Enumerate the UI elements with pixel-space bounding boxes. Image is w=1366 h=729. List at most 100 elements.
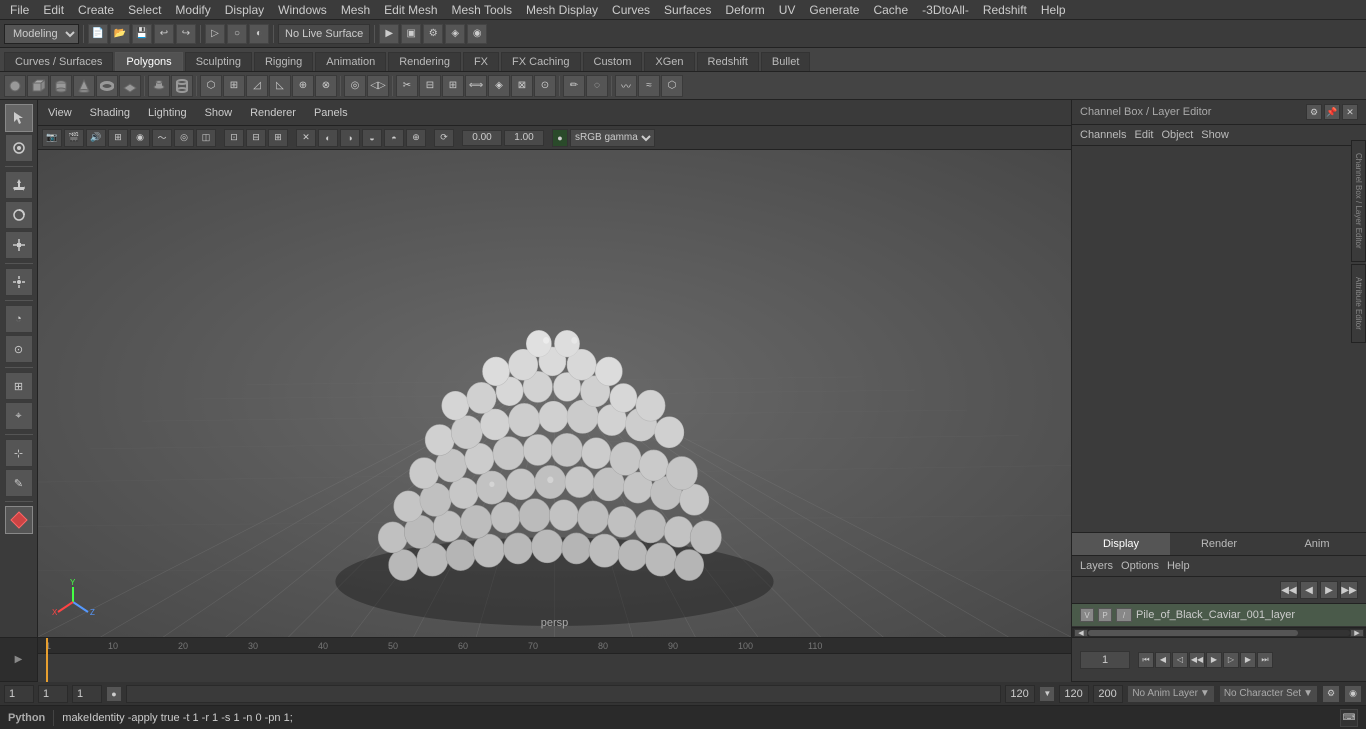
tab-animation[interactable]: Animation xyxy=(315,52,386,71)
smooth-icon[interactable]: ◎ xyxy=(344,75,366,97)
select-tool-btn[interactable] xyxy=(5,104,33,132)
sphere-icon[interactable] xyxy=(4,75,26,97)
crease-vtx-icon[interactable]: ⬡ xyxy=(661,75,683,97)
plane-icon[interactable] xyxy=(119,75,141,97)
play-fwd-btn[interactable]: ▶ xyxy=(1206,652,1222,668)
tab-sculpting[interactable]: Sculpting xyxy=(185,52,252,71)
motion-blur-btn[interactable]: ◓ xyxy=(384,129,404,147)
rp-channels-menu[interactable]: Channels xyxy=(1080,129,1126,141)
mirror-icon[interactable]: ◁▷ xyxy=(367,75,389,97)
menu-modify[interactable]: Modify xyxy=(169,1,216,19)
prev-frame-btn[interactable]: ◀ xyxy=(1155,652,1171,668)
rp-show-menu[interactable]: Show xyxy=(1201,129,1229,141)
pipe-icon[interactable] xyxy=(171,75,193,97)
ao-btn[interactable]: ◒ xyxy=(362,129,382,147)
rp-layers-menu[interactable]: Layers xyxy=(1080,560,1113,572)
current-frame-input[interactable] xyxy=(1080,651,1130,669)
layer-btn-3[interactable]: ▶ xyxy=(1320,581,1338,599)
tab-rendering[interactable]: Rendering xyxy=(388,52,461,71)
go-start-btn[interactable]: ⏮ xyxy=(1138,652,1154,668)
menu-redshift[interactable]: Redshift xyxy=(977,1,1033,19)
tab-fx[interactable]: FX xyxy=(463,52,499,71)
menu-surfaces[interactable]: Surfaces xyxy=(658,1,717,19)
sculpt-btn[interactable]: ⊙ xyxy=(5,335,33,363)
menu-uv[interactable]: UV xyxy=(773,1,802,19)
live-surface-label[interactable]: No Live Surface xyxy=(278,24,370,44)
menu-select[interactable]: Select xyxy=(122,1,167,19)
weld-icon[interactable]: ◈ xyxy=(488,75,510,97)
render-btn[interactable]: ▶ xyxy=(379,24,399,44)
scroll-thumb[interactable] xyxy=(1088,630,1298,636)
channel-box-edge-tab[interactable]: Channel Box / Layer Editor xyxy=(1351,140,1366,262)
annotate-btn[interactable]: ✎ xyxy=(5,469,33,497)
render-region-btn[interactable]: ▣ xyxy=(401,24,421,44)
tab-xgen[interactable]: XGen xyxy=(644,52,694,71)
cut-icon[interactable]: ✂ xyxy=(396,75,418,97)
menu-create[interactable]: Create xyxy=(72,1,120,19)
rp-scrollbar[interactable]: ◀ ▶ xyxy=(1072,627,1366,637)
disc-icon[interactable] xyxy=(148,75,170,97)
scroll-right-btn[interactable]: ▶ xyxy=(1350,629,1364,637)
select-tool-btn[interactable]: ▷ xyxy=(205,24,225,44)
overscan-btn[interactable]: ⊞ xyxy=(268,129,288,147)
menu-help[interactable]: Help xyxy=(1035,1,1072,19)
tab-rigging[interactable]: Rigging xyxy=(254,52,313,71)
rp-pin-btn[interactable]: 📌 xyxy=(1324,104,1340,120)
bevel-icon[interactable]: ◿ xyxy=(246,75,268,97)
next-frame-btn[interactable]: ▶ xyxy=(1240,652,1256,668)
rp-settings-btn[interactable]: ⚙ xyxy=(1306,104,1322,120)
vp-menu-shading[interactable]: Shading xyxy=(86,105,134,121)
playback-start-field[interactable]: 120 xyxy=(1059,685,1089,703)
cube-icon[interactable] xyxy=(27,75,49,97)
menu-file[interactable]: File xyxy=(4,1,35,19)
xray-btn[interactable]: ✕ xyxy=(296,129,316,147)
status-btn-1[interactable]: ⚙ xyxy=(1322,685,1340,703)
isolate-btn[interactable]: ◎ xyxy=(174,129,194,147)
rotate-tool-btn[interactable] xyxy=(5,201,33,229)
tab-bullet[interactable]: Bullet xyxy=(761,52,811,71)
layer-visibility[interactable]: V xyxy=(1080,608,1094,622)
rp-help-menu[interactable]: Help xyxy=(1167,560,1190,572)
chamfer-icon[interactable]: ◺ xyxy=(269,75,291,97)
paint-sel-icon[interactable]: ✏ xyxy=(563,75,585,97)
frame-field-3[interactable]: 1 xyxy=(72,685,102,703)
play-back-btn[interactable]: ◀◀ xyxy=(1189,652,1205,668)
menu-windows[interactable]: Windows xyxy=(272,1,333,19)
collapse-icon[interactable]: ⊠ xyxy=(511,75,533,97)
soft-mod-btn[interactable]: ◔ xyxy=(5,305,33,333)
save-scene-btn[interactable]: 💾 xyxy=(132,24,152,44)
rp-tab-anim[interactable]: Anim xyxy=(1268,533,1366,555)
tab-custom[interactable]: Custom xyxy=(583,52,643,71)
tab-redshift[interactable]: Redshift xyxy=(697,52,759,71)
resolution-gate-btn[interactable]: ⊡ xyxy=(224,129,244,147)
menu-cache[interactable]: Cache xyxy=(867,1,914,19)
extrude-icon[interactable]: ⬡ xyxy=(200,75,222,97)
snap-grid-btn[interactable]: ⊞ xyxy=(5,372,33,400)
combine-icon[interactable]: ⊕ xyxy=(292,75,314,97)
menu-generate[interactable]: Generate xyxy=(803,1,865,19)
tab-polygons[interactable]: Polygons xyxy=(115,52,182,71)
status-btn-2[interactable]: ◉ xyxy=(1344,685,1362,703)
color-space-selector[interactable]: sRGB gamma xyxy=(570,129,655,147)
layer-pencil[interactable]: / xyxy=(1116,608,1132,622)
paint-sel-btn[interactable]: ◐ xyxy=(249,24,269,44)
ipr-btn[interactable]: ◈ xyxy=(445,24,465,44)
frame-track[interactable] xyxy=(38,654,1071,682)
next-key-btn[interactable]: ▷ xyxy=(1223,652,1239,668)
redo-btn[interactable]: ↪ xyxy=(176,24,196,44)
vp-menu-renderer[interactable]: Renderer xyxy=(246,105,300,121)
fx-btn[interactable]: ⟳ xyxy=(434,129,454,147)
insert-edge-icon[interactable]: ⊟ xyxy=(419,75,441,97)
menu-display[interactable]: Display xyxy=(219,1,270,19)
soft-sel-icon[interactable]: ◌ xyxy=(586,75,608,97)
redshift-icon[interactable] xyxy=(5,506,33,534)
vp-menu-lighting[interactable]: Lighting xyxy=(144,105,191,121)
bridge-icon[interactable]: ⊞ xyxy=(223,75,245,97)
offset-edge-icon[interactable]: ⊞ xyxy=(442,75,464,97)
layer-item[interactable]: V P / Pile_of_Black_Caviar_001_layer xyxy=(1072,604,1366,627)
menu-mesh-tools[interactable]: Mesh Tools xyxy=(446,1,518,19)
undo-btn[interactable]: ↩ xyxy=(154,24,174,44)
rp-tab-render[interactable]: Render xyxy=(1170,533,1268,555)
crease-icon[interactable]: 〰 xyxy=(615,75,637,97)
hud-btn[interactable]: ⊕ xyxy=(406,129,426,147)
